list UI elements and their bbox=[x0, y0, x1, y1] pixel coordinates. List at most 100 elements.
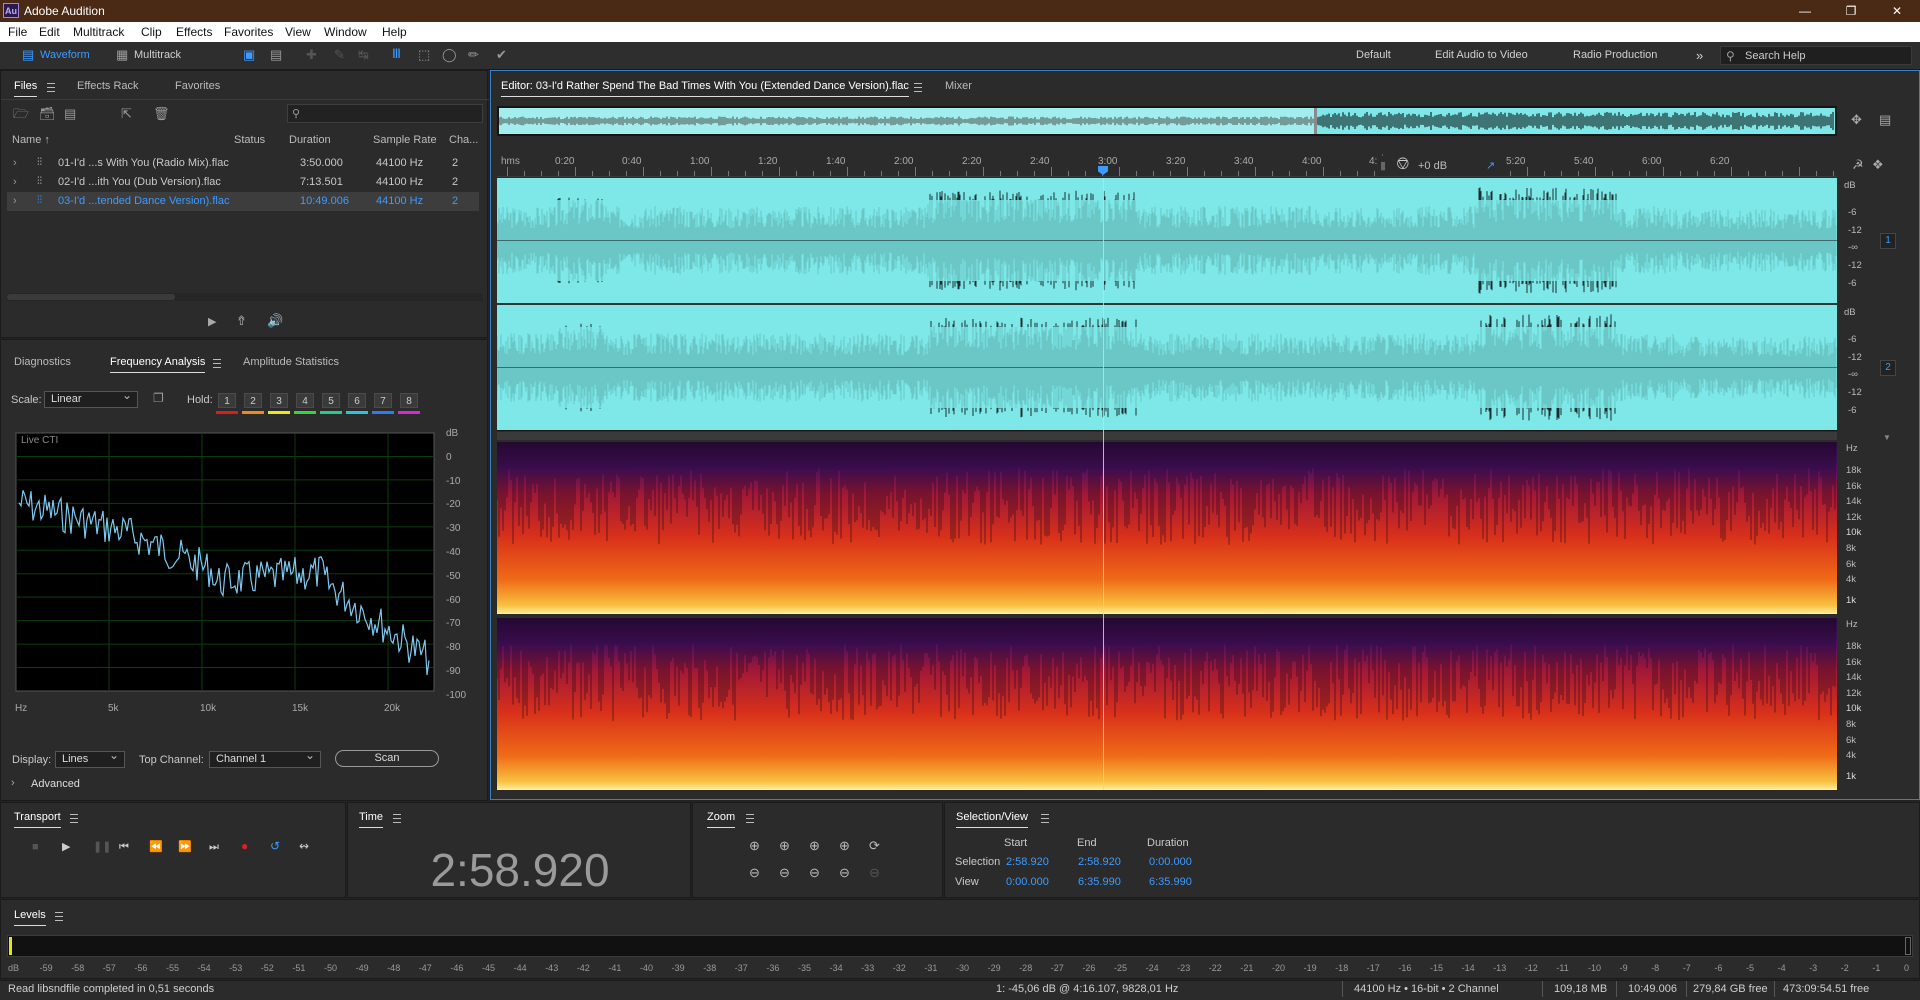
column-duration[interactable]: Duration bbox=[289, 134, 331, 146]
time-selection-tool-icon[interactable]: Ⅲ bbox=[392, 47, 401, 61]
hold-button-5[interactable]: 5 bbox=[322, 393, 340, 408]
loop-playback-icon[interactable]: ↺ bbox=[270, 839, 280, 853]
expand-chevron-icon[interactable]: › bbox=[13, 157, 17, 169]
insert-into-multitrack-icon[interactable]: ⇱ bbox=[121, 107, 132, 121]
zoom-out-full-icon[interactable]: ⊖ bbox=[809, 866, 820, 880]
zoom-in-at-end-icon[interactable]: ⊕ bbox=[839, 839, 850, 853]
time-ruler[interactable]: hms 0:20 0:40 1:00 1:20 1:40 2:00 2:20 2:40 3:00… bbox=[497, 154, 1837, 177]
column-name[interactable]: Name ↑ bbox=[12, 134, 50, 146]
tab-frequency-analysis[interactable]: Frequency Analysis bbox=[110, 356, 206, 373]
advanced-chevron-icon[interactable]: › bbox=[11, 777, 15, 789]
snap-icon[interactable]: ☭ bbox=[1852, 158, 1864, 172]
expand-chevron-icon[interactable]: › bbox=[13, 195, 17, 207]
hold-button-2[interactable]: 2 bbox=[244, 393, 262, 408]
hold-button-7[interactable]: 7 bbox=[374, 393, 392, 408]
zoom-in-time-icon[interactable]: ⊕ bbox=[779, 839, 790, 853]
channel-1-toggle[interactable]: 1 bbox=[1880, 233, 1896, 249]
import-file-icon[interactable]: 🗃 bbox=[39, 107, 56, 121]
view-splitter[interactable] bbox=[497, 432, 1837, 440]
selection-duration[interactable]: 0:00.000 bbox=[1149, 856, 1192, 868]
spot-healing-tool-icon[interactable]: ✔ bbox=[496, 48, 507, 62]
menu-view[interactable]: View bbox=[285, 25, 311, 39]
column-status[interactable]: Status bbox=[234, 134, 265, 146]
zoom-in-at-start-icon[interactable]: ⊕ bbox=[809, 839, 820, 853]
scroll-toggle-icon[interactable]: ▤ bbox=[1879, 113, 1891, 127]
selection-end[interactable]: 2:58.920 bbox=[1078, 856, 1121, 868]
record-icon[interactable]: ● bbox=[241, 839, 248, 853]
overview-navigator[interactable] bbox=[497, 106, 1837, 136]
waveform-display[interactable] bbox=[497, 178, 1837, 431]
play-preview-icon[interactable]: ▶ bbox=[208, 315, 216, 329]
menu-file[interactable]: File bbox=[8, 25, 27, 39]
pin-hud-icon[interactable]: ↗ bbox=[1486, 159, 1495, 173]
loop-preview-icon[interactable]: ⇮ bbox=[236, 314, 247, 328]
hold-button-1[interactable]: 1 bbox=[218, 393, 236, 408]
fast-forward-icon[interactable]: ⏩ bbox=[178, 840, 192, 854]
open-file-icon[interactable]: 🗁 bbox=[13, 107, 29, 121]
column-channels[interactable]: Cha... bbox=[449, 134, 478, 146]
selection-view-menu-icon[interactable] bbox=[1041, 814, 1049, 823]
tab-editor[interactable]: Editor: 03-I'd Rather Spend The Bad Time… bbox=[501, 80, 909, 97]
menu-window[interactable]: Window bbox=[324, 25, 367, 39]
close-icon[interactable]: ✕ bbox=[1874, 0, 1920, 22]
pause-icon[interactable]: ❚❚ bbox=[93, 840, 111, 854]
hold-button-3[interactable]: 3 bbox=[270, 393, 288, 408]
hold-button-6[interactable]: 6 bbox=[348, 393, 366, 408]
multitrack-mode-button[interactable]: ▦ Multitrack bbox=[112, 45, 198, 65]
more-workspaces-button[interactable]: » bbox=[1696, 46, 1703, 65]
workspace-default[interactable]: Default bbox=[1356, 46, 1391, 65]
selection-start[interactable]: 2:58.920 bbox=[1006, 856, 1049, 868]
scrollbar-thumb[interactable] bbox=[7, 294, 175, 300]
search-help-field[interactable]: ⚲ Search Help bbox=[1720, 46, 1912, 65]
marquee-tool-icon[interactable]: ⬚ bbox=[418, 48, 430, 62]
view-duration[interactable]: 6:35.990 bbox=[1149, 876, 1192, 888]
scale-dropdown[interactable]: Linear bbox=[44, 388, 138, 408]
volume-knob-icon[interactable]: ⎊ bbox=[1396, 155, 1410, 172]
skip-selection-icon[interactable]: ↭ bbox=[299, 839, 309, 853]
analysis-panel-menu-icon[interactable] bbox=[213, 359, 221, 368]
time-display[interactable]: 2:58.920 bbox=[348, 843, 692, 897]
hold-button-8[interactable]: 8 bbox=[400, 393, 418, 408]
tab-amplitude-statistics[interactable]: Amplitude Statistics bbox=[243, 356, 339, 368]
levels-menu-icon[interactable] bbox=[55, 912, 63, 921]
razor-tool-icon[interactable]: ✎ bbox=[334, 48, 345, 62]
waveform-mode-button[interactable]: ▤ Waveform bbox=[18, 45, 102, 65]
zoom-out-time-icon[interactable]: ⊖ bbox=[779, 866, 790, 880]
restore-icon[interactable]: ❐ bbox=[1828, 0, 1874, 22]
column-sample-rate[interactable]: Sample Rate bbox=[373, 134, 437, 146]
menu-help[interactable]: Help bbox=[382, 25, 407, 39]
tab-mixer[interactable]: Mixer bbox=[945, 80, 972, 92]
rewind-icon[interactable]: ⏪ bbox=[149, 840, 163, 854]
workspace-radio-production[interactable]: Radio Production bbox=[1573, 46, 1657, 65]
spectral-view-icon[interactable]: ▤ bbox=[270, 48, 282, 62]
delete-icon[interactable]: 🗑 bbox=[153, 107, 170, 121]
marker-icon[interactable]: ❖ bbox=[1872, 158, 1884, 172]
minimize-icon[interactable]: — bbox=[1782, 0, 1828, 22]
zoom-reset-icon[interactable]: ⟳ bbox=[869, 839, 880, 853]
tab-files[interactable]: Files bbox=[14, 80, 38, 97]
menu-edit[interactable]: Edit bbox=[39, 25, 60, 39]
slip-tool-icon[interactable]: ↹ bbox=[358, 48, 369, 62]
lasso-tool-icon[interactable]: ◯ bbox=[442, 48, 457, 62]
files-horizontal-scrollbar[interactable] bbox=[7, 293, 483, 301]
view-end[interactable]: 6:35.990 bbox=[1078, 876, 1121, 888]
clip-indicator[interactable] bbox=[1905, 937, 1911, 955]
tab-diagnostics[interactable]: Diagnostics bbox=[14, 356, 71, 368]
file-row[interactable]: › ⫶⫶ 01-I'd ...s With You (Radio Mix).flac… bbox=[7, 154, 479, 173]
menu-multitrack[interactable]: Multitrack bbox=[73, 25, 124, 39]
scan-button[interactable]: Scan bbox=[335, 750, 439, 767]
move-tool-icon[interactable]: ✚ bbox=[306, 48, 317, 62]
zoom-navigator-icon[interactable]: ✥ bbox=[1851, 113, 1862, 127]
playhead-line[interactable] bbox=[1103, 178, 1104, 790]
new-file-icon[interactable]: ▤ bbox=[64, 107, 76, 121]
advanced-toggle[interactable]: Advanced bbox=[31, 778, 80, 790]
file-row[interactable]: › ⫶⫶ 03-I'd ...tended Dance Version).flac 1… bbox=[7, 192, 479, 211]
copy-to-clipboard-icon[interactable]: ❐ bbox=[153, 391, 164, 405]
autoplay-icon[interactable]: 🔊 bbox=[267, 314, 283, 328]
display-dropdown[interactable]: Lines bbox=[55, 748, 125, 768]
move-to-next-icon[interactable]: ⏭ bbox=[209, 840, 219, 854]
zoom-in-amplitude-icon[interactable]: ⊕ bbox=[749, 839, 760, 853]
brush-tool-icon[interactable]: ✏ bbox=[468, 48, 479, 62]
overview-view-range[interactable] bbox=[499, 108, 1317, 134]
file-row[interactable]: › ⫶⫶ 02-I'd ...ith You (Dub Version).flac 7… bbox=[7, 173, 479, 192]
